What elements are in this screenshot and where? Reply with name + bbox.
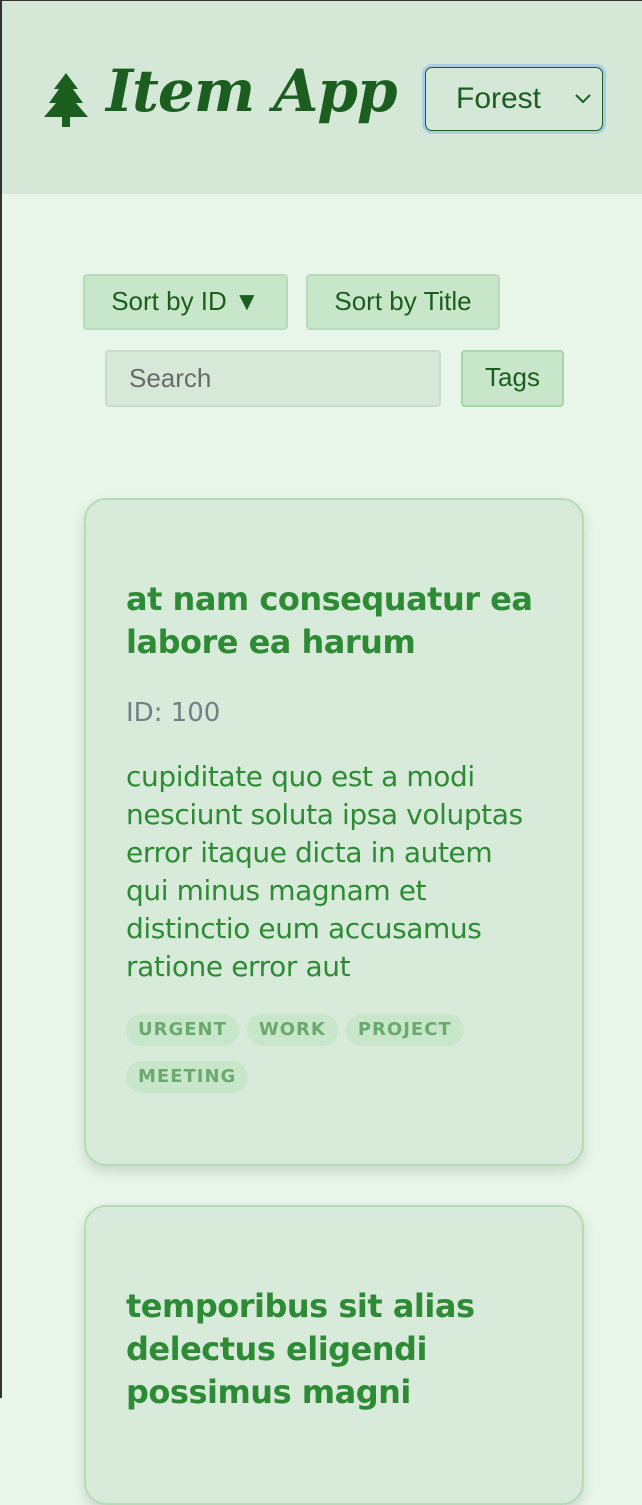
sort-by-id-label: Sort by ID ▼	[111, 286, 260, 316]
tag-badge: MEETING	[126, 1061, 249, 1093]
tree-icon	[44, 73, 88, 127]
tags-button[interactable]: Tags	[461, 350, 564, 407]
chevron-down-icon	[575, 94, 591, 104]
tag-badge: URGENT	[126, 1014, 239, 1046]
sort-by-title-label: Sort by Title	[334, 286, 472, 316]
app-title: Item App	[106, 57, 397, 125]
item-card[interactable]: at nam consequatur ea labore ea harum ID…	[84, 498, 584, 1166]
app-header: Item App Forest	[2, 1, 642, 194]
tags-button-label: Tags	[485, 362, 540, 392]
item-title: at nam consequatur ea labore ea harum	[126, 580, 533, 661]
tag-list: URGENT WORK PROJECT MEETING	[126, 1014, 540, 1093]
item-title: temporibus sit alias delectus eligendi p…	[126, 1287, 475, 1411]
theme-select[interactable]: Forest	[422, 64, 606, 134]
item-description: cupiditate quo est a modi nesciunt solut…	[126, 760, 523, 983]
item-card[interactable]: temporibus sit alias delectus eligendi p…	[84, 1205, 584, 1505]
tag-badge: PROJECT	[345, 1014, 464, 1046]
search-input[interactable]	[105, 350, 441, 407]
item-id: ID: 100	[126, 698, 221, 728]
sort-by-title-button[interactable]: Sort by Title	[306, 274, 500, 330]
sort-by-id-button[interactable]: Sort by ID ▼	[83, 274, 288, 330]
tag-badge: WORK	[246, 1014, 338, 1046]
theme-select-value: Forest	[456, 82, 542, 115]
